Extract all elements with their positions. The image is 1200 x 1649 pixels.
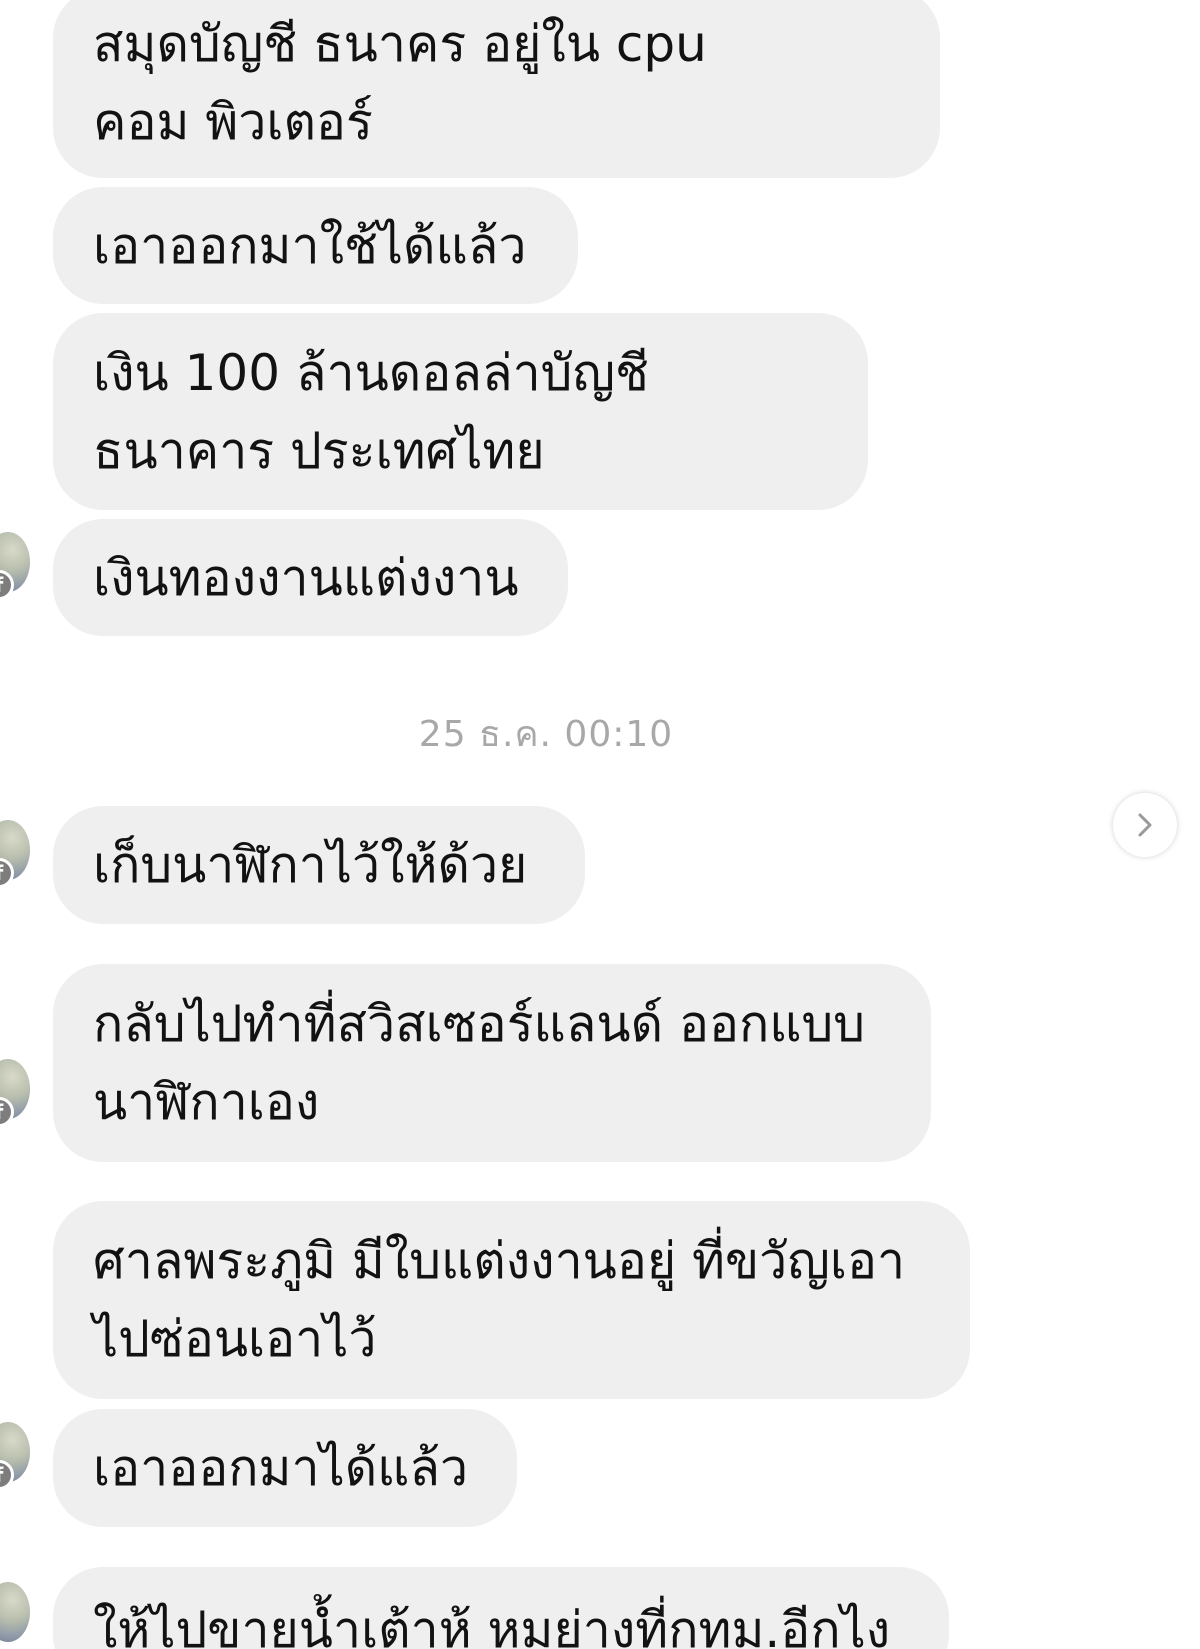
message-bubble: เงิน 100 ล้านดอลล่าบัญชีธนาคาร ประเทศไทย	[53, 313, 868, 510]
message-text: ให้ไปขายน้ำเต้าหู้ หมูย่างที่กทม.อีกไง	[93, 1601, 891, 1649]
message-bubble: กลับไปทำที่สวิสเซอร์แลนด์ ออกแบบ นาฬิกาเ…	[53, 964, 931, 1162]
message-timestamp: 25 ธ.ค. 00:10	[418, 714, 674, 755]
chevron-right-icon	[1138, 813, 1152, 837]
sender-avatar[interactable]: f	[0, 820, 32, 888]
message-bubble: ศาลพระภูมิ มีใบแต่งงานอยู่ ที่ขวัญเอา ไป…	[53, 1201, 970, 1399]
message-text: เงิน 100 ล้านดอลล่าบัญชีธนาคาร ประเทศไทย	[93, 343, 649, 480]
message-text: เอาออกมาใช้ได้แล้ว	[93, 216, 527, 275]
message-bubble: เก็บนาฬิกาไว้ให้ด้วย	[53, 806, 585, 924]
message-text: สมุดบัญชี ธนาคร อยู่ใน cpu คอม พิวเตอร์	[93, 15, 707, 151]
next-button[interactable]	[1113, 793, 1177, 857]
sender-avatar[interactable]: f	[0, 1422, 32, 1490]
message-bubble: เอาออกมาใช้ได้แล้ว	[53, 187, 578, 304]
message-text: ศาลพระภูมิ มีใบแต่งงานอยู่ ที่ขวัญเอา ไป…	[93, 1232, 906, 1368]
message-bubble: สมุดบัญชี ธนาคร อยู่ใน cpu คอม พิวเตอร์	[53, 0, 940, 178]
chat-thread: สมุดบัญชี ธนาคร อยู่ใน cpu คอม พิวเตอร์ …	[0, 0, 1200, 1649]
message-text: เงินทองงานแต่งงาน	[93, 548, 519, 607]
message-bubble: เงินทองงานแต่งงาน	[53, 519, 568, 636]
message-bubble: เอาออกมาได้แล้ว	[53, 1409, 517, 1527]
sender-avatar[interactable]	[0, 1582, 32, 1646]
sender-avatar[interactable]: f	[0, 532, 32, 600]
sender-avatar[interactable]: f	[0, 1059, 32, 1127]
avatar-photo	[0, 1582, 30, 1642]
message-text: เอาออกมาได้แล้ว	[93, 1439, 469, 1497]
message-bubble: ให้ไปขายน้ำเต้าหู้ หมูย่างที่กทม.อีกไง	[53, 1567, 949, 1649]
message-text: กลับไปทำที่สวิสเซอร์แลนด์ ออกแบบ นาฬิกาเ…	[93, 995, 865, 1131]
message-text: เก็บนาฬิกาไว้ให้ด้วย	[93, 836, 528, 894]
